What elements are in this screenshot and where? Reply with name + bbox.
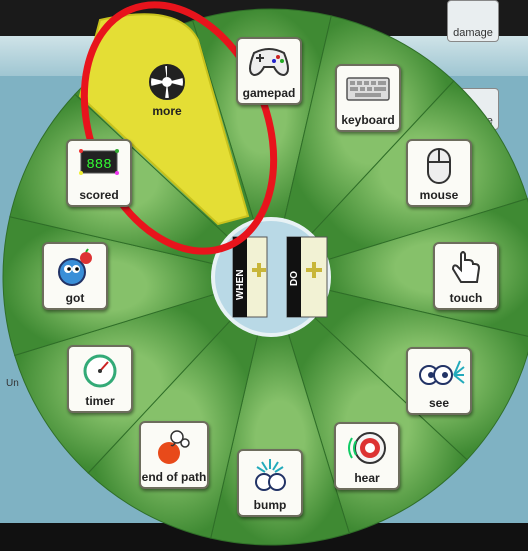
scored-item[interactable]: 888 scored <box>66 139 132 207</box>
bump-icon <box>255 459 286 491</box>
keyboard-label: keyboard <box>341 113 395 127</box>
more-item[interactable]: more <box>142 62 192 122</box>
mouse-item[interactable]: mouse <box>406 139 472 207</box>
bump-item[interactable]: bump <box>237 449 303 517</box>
bump-label: bump <box>253 498 287 512</box>
gamepad-icon <box>249 48 289 77</box>
end-of-path-item[interactable]: end of path <box>139 421 209 489</box>
hear-icon <box>348 432 386 464</box>
timer-item[interactable]: timer <box>67 345 133 413</box>
svg-text:888: 888 <box>86 157 111 173</box>
timer-icon <box>83 354 117 388</box>
gamepad-item[interactable]: gamepad <box>236 37 302 105</box>
more-label: more <box>152 104 182 118</box>
end-of-path-label: end of path <box>141 470 207 484</box>
mouse-icon <box>427 148 451 184</box>
hear-label: hear <box>354 471 380 485</box>
see-item[interactable]: see <box>406 347 472 415</box>
got-item[interactable]: got <box>42 242 108 310</box>
do-label: DO <box>289 271 300 286</box>
touch-label: touch <box>449 291 483 305</box>
touch-icon <box>451 251 481 283</box>
got-icon <box>58 248 92 286</box>
touch-item[interactable]: touch <box>433 242 499 310</box>
mouse-label: mouse <box>419 188 459 202</box>
see-label: see <box>428 396 450 410</box>
keyboard-icon <box>346 77 390 101</box>
gamepad-label: gamepad <box>242 86 296 100</box>
see-icon <box>419 360 465 385</box>
end-of-path-icon <box>158 430 190 464</box>
hear-item[interactable]: hear <box>334 422 400 490</box>
more-icon <box>149 64 185 100</box>
scored-icon: 888 <box>79 149 119 175</box>
keyboard-item[interactable]: keyboard <box>335 64 401 132</box>
got-label: got <box>65 291 85 305</box>
timer-label: timer <box>85 394 115 408</box>
scored-label: scored <box>79 188 119 202</box>
when-label: WHEN <box>235 269 246 300</box>
